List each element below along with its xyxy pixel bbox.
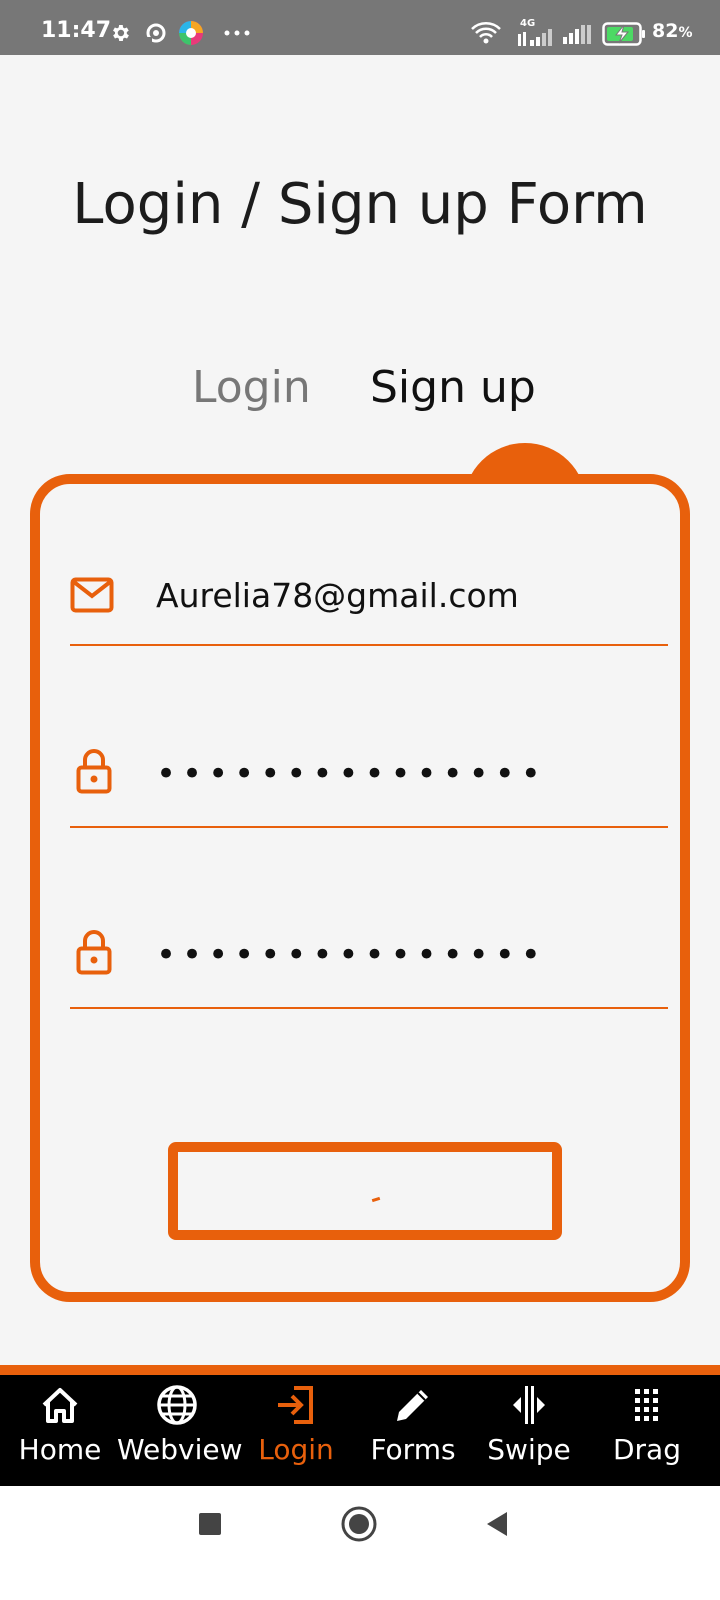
grid-icon [635,1389,658,1421]
tab-login[interactable]: Login [192,362,311,413]
confirm-password-field[interactable]: ••••••••••••••• [70,909,668,1009]
mail-icon [70,577,114,613]
password-field[interactable]: ••••••••••••••• [70,728,668,828]
globe-icon [157,1385,197,1425]
login-icon [278,1386,313,1424]
nav-item-login[interactable]: Login [236,1375,356,1486]
confirm-password-input-value[interactable]: ••••••••••••••• [156,935,547,975]
recents-icon[interactable] [198,1512,222,1536]
status-bar: 11:47 4G 82% [0,0,720,55]
password-input-value[interactable]: ••••••••••••••• [156,754,547,794]
battery-percentage: 82% [652,20,693,42]
password-field-underline [70,826,668,828]
nav-item-forms[interactable]: Forms [353,1375,473,1486]
status-time: 11:47 [41,18,112,43]
more-icon [224,30,250,36]
email-input-value[interactable]: Aurelia78@gmail.com [156,576,519,615]
email-field[interactable]: Aurelia78@gmail.com [70,546,668,646]
browser-icon [179,21,203,45]
nav-label-webview: Webview [117,1433,243,1466]
nav-item-drag[interactable]: Drag [587,1375,707,1486]
home-icon [42,1388,78,1423]
tabbar-accent-line [0,1365,720,1375]
wifi-icon [471,22,501,44]
email-field-underline [70,644,668,646]
signup-form-card: Aurelia78@gmail.com ••••••••••••••• ••••… [30,474,690,1302]
home-circle-icon[interactable] [341,1506,377,1542]
battery-charging-icon [602,22,645,46]
bottom-tab-bar: Home Webview Login Forms Swipe Drag [0,1375,720,1486]
nav-label-swipe: Swipe [487,1433,571,1466]
screen: 11:47 4G 82% Login / Sign up Form Login … [0,0,720,1600]
gear-icon [113,25,129,41]
signal-icon [563,25,591,44]
nav-item-swipe[interactable]: Swipe [469,1375,589,1486]
system-navigation-bar [0,1486,720,1600]
nav-label-home: Home [18,1433,102,1466]
back-icon[interactable] [485,1510,509,1538]
nav-label-drag: Drag [612,1433,681,1466]
submit-button-mark [371,1196,381,1203]
lock-icon [76,930,112,975]
nav-label-login: Login [258,1433,334,1466]
lock-icon [76,749,112,794]
pencil-icon [397,1390,428,1421]
confirm-password-field-underline [70,1007,668,1009]
tab-signup[interactable]: Sign up [370,362,536,413]
nav-label-forms: Forms [370,1433,456,1466]
sync-icon [146,23,166,43]
signal-4g-icon [518,29,552,46]
nav-item-home[interactable]: Home [0,1375,120,1486]
signup-submit-button[interactable] [168,1142,562,1240]
swipe-icon [513,1386,545,1424]
nav-item-webview[interactable]: Webview [117,1375,243,1486]
page-title: Login / Sign up Form [72,172,648,237]
